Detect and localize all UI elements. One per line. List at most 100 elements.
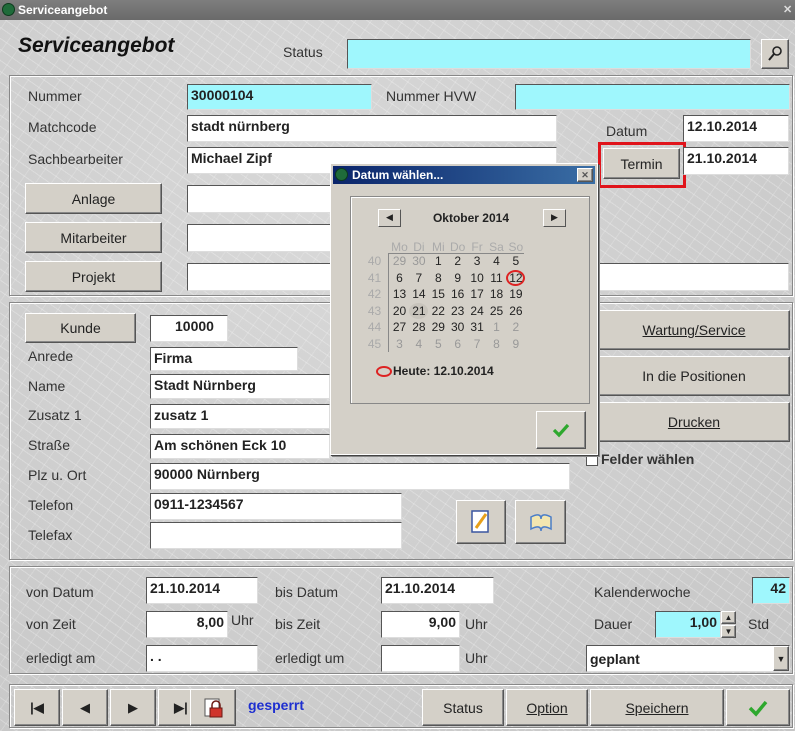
calendar-day[interactable]: 9: [448, 270, 467, 286]
calendar-day[interactable]: 23: [448, 303, 467, 319]
bis-zeit-field[interactable]: 9,00: [381, 611, 460, 638]
calendar-day[interactable]: 13: [390, 286, 409, 302]
telefon-field[interactable]: 0911-1234567: [150, 493, 402, 520]
projekt-button[interactable]: Projekt: [25, 261, 162, 292]
next-month-button[interactable]: ▶: [543, 209, 566, 227]
dauer-down-button[interactable]: ▼: [721, 625, 736, 638]
previous-icon: ◀: [80, 699, 90, 715]
termin-field[interactable]: 21.10.2014: [683, 147, 789, 175]
calendar-day[interactable]: 1: [487, 319, 506, 335]
calendar-day[interactable]: 15: [429, 286, 448, 302]
search-button[interactable]: [761, 39, 789, 69]
calendar-day[interactable]: 8: [429, 270, 448, 286]
erledigt-um-label: erledigt um: [275, 650, 345, 666]
prev-month-button[interactable]: ◀: [378, 209, 401, 227]
close-icon[interactable]: ✕: [783, 3, 795, 17]
calendar-day[interactable]: 14: [409, 286, 428, 302]
calendar-day[interactable]: 10: [468, 270, 487, 286]
edit-note-button[interactable]: [456, 500, 506, 544]
dialog-close-icon[interactable]: ✕: [577, 168, 593, 182]
calendar-day[interactable]: 9: [506, 336, 525, 352]
matchcode-field[interactable]: stadt nürnberg: [187, 115, 557, 142]
option-button[interactable]: Option: [506, 689, 588, 726]
calendar-day[interactable]: 19: [506, 286, 525, 302]
name-field[interactable]: Stadt Nürnberg: [150, 374, 330, 399]
calendar-day[interactable]: 18: [487, 286, 506, 302]
speichern-button[interactable]: Speichern: [590, 689, 724, 726]
wartung-service-button[interactable]: Wartung/Service: [598, 310, 790, 350]
zusatz-field[interactable]: zusatz 1: [150, 404, 330, 429]
kalenderwoche-field: 42: [752, 577, 790, 604]
week-separator: [388, 253, 389, 352]
calendar-day[interactable]: 2: [506, 319, 525, 335]
calendar-day[interactable]: 31: [468, 319, 487, 335]
calendar-day[interactable]: 5: [506, 253, 525, 269]
von-zeit-field[interactable]: 8,00: [146, 611, 228, 638]
calendar-day[interactable]: 4: [409, 336, 428, 352]
calendar-day[interactable]: 25: [487, 303, 506, 319]
calendar-day[interactable]: 3: [390, 336, 409, 352]
book-button[interactable]: [515, 500, 566, 544]
von-datum-field[interactable]: 21.10.2014: [146, 577, 258, 604]
mitarbeiter-button[interactable]: Mitarbeiter: [25, 222, 162, 253]
calendar-day[interactable]: 12: [506, 269, 526, 286]
termin-button[interactable]: Termin: [603, 148, 680, 179]
kunde-button[interactable]: Kunde: [25, 313, 136, 343]
felder-label: Felder wählen: [601, 451, 695, 467]
first-record-button[interactable]: |◀: [14, 689, 60, 726]
erledigt-um-field[interactable]: [381, 645, 460, 672]
plz-field[interactable]: 90000 Nürnberg: [150, 463, 570, 490]
calendar-day[interactable]: 1: [429, 253, 448, 269]
calendar-day[interactable]: 11: [487, 270, 506, 286]
status-select[interactable]: geplant ▼: [586, 645, 790, 672]
calendar-day[interactable]: 17: [468, 286, 487, 302]
datum-field[interactable]: 12.10.2014: [683, 115, 789, 142]
calendar-day[interactable]: 28: [409, 319, 428, 335]
calendar-day[interactable]: 20: [390, 303, 409, 319]
nummer-hvw-field[interactable]: [515, 84, 790, 110]
calendar-day[interactable]: 3: [468, 253, 487, 269]
anrede-field[interactable]: Firma: [150, 347, 298, 371]
calendar-day[interactable]: 6: [448, 336, 467, 352]
lock-record-button[interactable]: [190, 689, 236, 726]
calendar-day[interactable]: 2: [448, 253, 467, 269]
dauer-up-button[interactable]: ▲: [721, 611, 736, 624]
calendar-day[interactable]: 7: [409, 270, 428, 286]
calendar-day[interactable]: 27: [390, 319, 409, 335]
kunde-field[interactable]: 10000: [150, 315, 228, 342]
calendar-day[interactable]: 26: [506, 303, 525, 319]
next-record-button[interactable]: ▶: [110, 689, 156, 726]
calendar-day[interactable]: 29: [390, 253, 409, 269]
bis-datum-field[interactable]: 21.10.2014: [381, 577, 494, 604]
calendar-day[interactable]: 30: [448, 319, 467, 335]
chevron-down-icon[interactable]: ▼: [773, 646, 789, 671]
today-label[interactable]: Heute: 12.10.2014: [393, 364, 494, 378]
calendar-day[interactable]: 30: [409, 253, 428, 269]
status-button[interactable]: Status: [422, 689, 504, 726]
previous-record-button[interactable]: ◀: [62, 689, 108, 726]
strasse-label: Straße: [28, 437, 71, 453]
felder-checkbox[interactable]: [586, 454, 598, 466]
drucken-button[interactable]: Drucken: [598, 402, 790, 442]
calendar-day[interactable]: 21: [409, 302, 429, 319]
telefax-field[interactable]: [150, 522, 402, 549]
nummer-field[interactable]: 30000104: [187, 84, 372, 110]
calendar-day[interactable]: 4: [487, 253, 506, 269]
calendar-day[interactable]: 24: [468, 303, 487, 319]
dauer-field[interactable]: 1,00: [655, 611, 721, 638]
positionen-button[interactable]: In die Positionen: [598, 356, 790, 396]
status-field[interactable]: [347, 39, 751, 69]
dialog-ok-button[interactable]: [536, 411, 586, 449]
calendar-day[interactable]: 16: [448, 286, 467, 302]
calendar-day[interactable]: 5: [429, 336, 448, 352]
ok-button[interactable]: [726, 689, 790, 726]
strasse-field[interactable]: Am schönen Eck 10: [150, 434, 330, 459]
calendar-day[interactable]: 8: [487, 336, 506, 352]
calendar-day[interactable]: 22: [429, 303, 448, 319]
calendar-day[interactable]: 29: [429, 319, 448, 335]
anlage-button[interactable]: Anlage: [25, 183, 162, 214]
calendar-day[interactable]: 6: [390, 270, 409, 286]
erledigt-am-field[interactable]: . .: [146, 645, 258, 672]
calendar-day[interactable]: 7: [468, 336, 487, 352]
anrede-label: Anrede: [28, 348, 74, 364]
